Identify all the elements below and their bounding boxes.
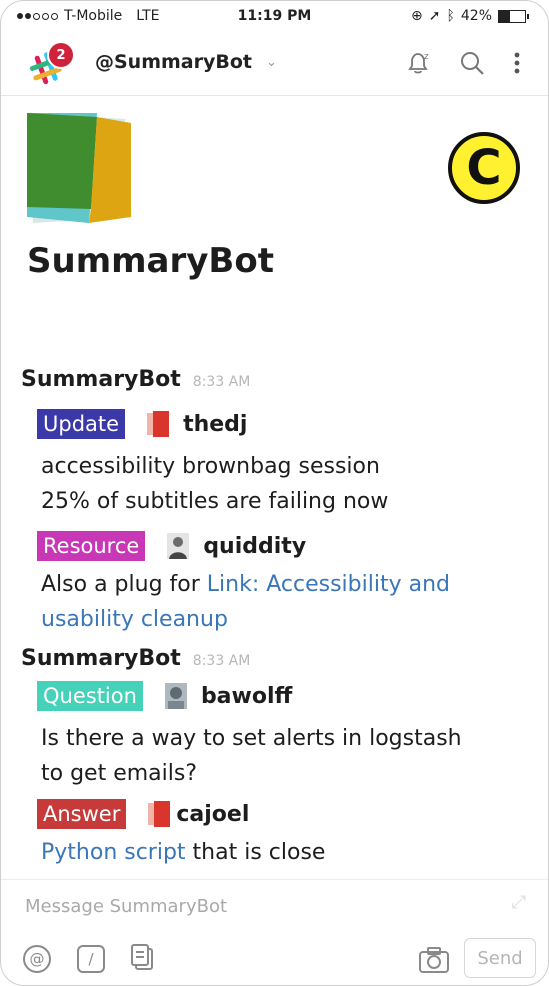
summary-item-header: Update thedj (37, 409, 247, 439)
chevron-down-icon: ⌄ (266, 54, 277, 70)
bluetooth-icon: ᛒ (446, 8, 455, 24)
more-vertical-icon[interactable] (512, 49, 522, 77)
bot-name: SummaryBot (27, 241, 274, 281)
battery-icon (498, 9, 529, 23)
message-input[interactable]: Message SummaryBot (25, 896, 227, 917)
user-name[interactable]: thedj (183, 412, 247, 437)
user-avatar[interactable] (147, 411, 170, 437)
user-avatar[interactable] (167, 533, 190, 559)
summary-item-header: Answer cajoel (37, 799, 249, 829)
svg-text:z: z (424, 52, 429, 62)
message-time: 8:33 AM (192, 374, 251, 390)
summary-item-header: Resource quiddity (37, 531, 306, 561)
message-body: Also a plug for Link: Accessibility and … (41, 572, 450, 632)
conversation-title[interactable]: @SummaryBot ⌄ (95, 51, 277, 73)
message-sender[interactable]: SummaryBot 8:33 AM (21, 646, 250, 671)
tag-badge: Resource (37, 531, 146, 561)
conversation-title-text: @SummaryBot (95, 51, 253, 73)
search-icon[interactable] (458, 49, 486, 77)
phone-frame: T-Mobile LTE 11:19 PM ⊕ ➚ ᛒ 42% 2 @Summa… (0, 0, 549, 986)
send-button[interactable]: Send (464, 938, 536, 978)
file-icon[interactable] (131, 944, 157, 974)
summary-item-header: Question bawolff (37, 681, 292, 711)
at-icon[interactable]: @ (23, 945, 51, 973)
camera-icon[interactable] (418, 946, 450, 974)
message-time: 8:33 AM (192, 653, 251, 669)
notification-badge: 2 (47, 41, 75, 69)
user-name[interactable]: quiddity (203, 534, 306, 559)
script-link[interactable]: Python script (41, 840, 186, 865)
user-avatar[interactable] (164, 683, 187, 709)
message-sender[interactable]: SummaryBot 8:33 AM (21, 367, 250, 392)
location-icon: ⊕ (411, 8, 423, 24)
bell-icon[interactable]: z (404, 49, 432, 77)
user-avatar[interactable] (148, 801, 171, 827)
message-body: accessibility brownbag session 25% of su… (41, 454, 389, 514)
battery-percent: 42% (460, 8, 492, 24)
conversation-header: 2 @SummaryBot ⌄ z (1, 31, 548, 96)
tag-badge: Question (37, 681, 143, 711)
message-body: Python script that is close (41, 840, 326, 865)
slash-command-icon[interactable]: / (77, 945, 105, 973)
location-arrow-icon: ➚ (428, 8, 441, 24)
tag-badge: Answer (37, 799, 127, 829)
message-body: Is there a way to set alerts in logstash… (41, 726, 462, 786)
channel-badge: C (448, 132, 520, 204)
tag-badge: Update (37, 409, 126, 439)
user-name[interactable]: cajoel (176, 802, 249, 827)
message-composer: Message SummaryBot ⤢ @ / Send (1, 879, 548, 985)
team-switcher[interactable]: 2 (27, 41, 75, 87)
user-name[interactable]: bawolff (201, 684, 292, 709)
expand-icon[interactable]: ⤢ (512, 892, 526, 913)
status-bar: T-Mobile LTE 11:19 PM ⊕ ➚ ᛒ 42% (1, 1, 548, 31)
bot-avatar (27, 113, 131, 223)
